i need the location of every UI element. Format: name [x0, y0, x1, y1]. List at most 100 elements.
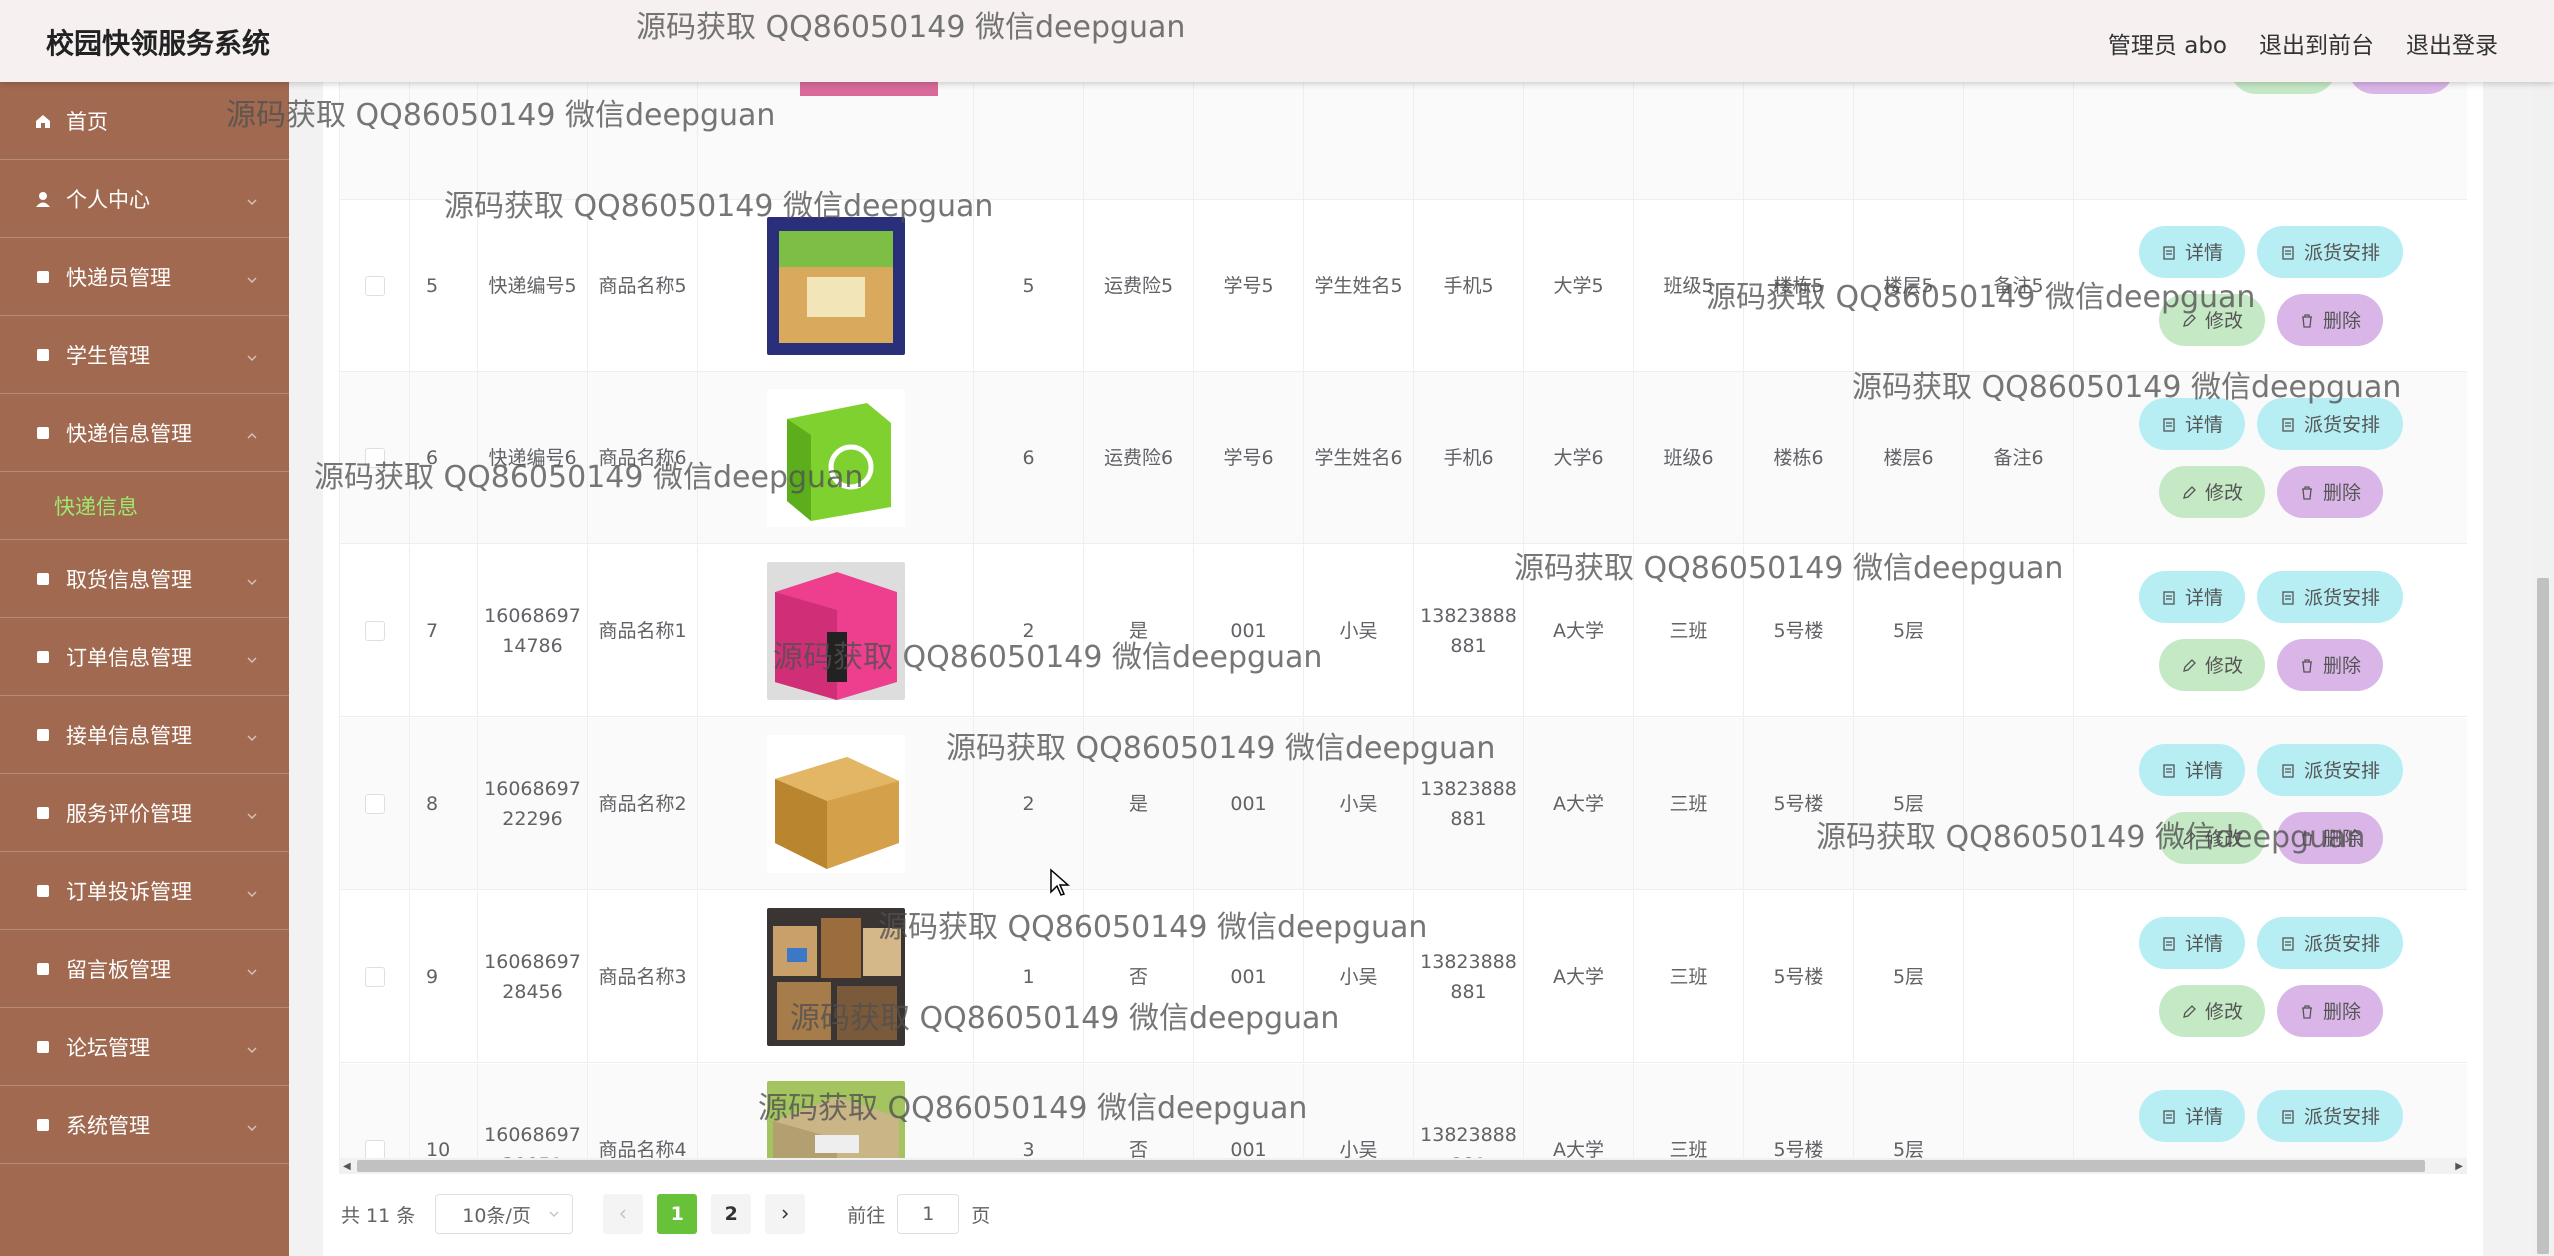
sidebar-item-6[interactable]: 订单信息管理	[0, 618, 289, 696]
dispatch-button[interactable]: 派货安排	[2257, 743, 2403, 796]
cell-phone: 13823888881	[1420, 604, 1517, 657]
next-page-button[interactable]	[765, 1194, 806, 1234]
cell-sname: 小吴	[1339, 792, 1378, 815]
table-row: 9 1606869728456 商品名称3 1 否 001 小吴 13823888881 A大学…	[340, 891, 2467, 1063]
cell-sid: 001	[1230, 619, 1267, 642]
table-cell: 楼栋6	[1744, 372, 1854, 543]
delete-button[interactable]: 删除	[2277, 638, 2383, 691]
sidebar-item-11[interactable]: 论坛管理	[0, 1008, 289, 1086]
sidebar-item-7[interactable]: 接单信息管理	[0, 696, 289, 774]
detail-button[interactable]: 详情	[2139, 225, 2245, 278]
cell-class: 班级5	[1663, 274, 1714, 297]
document-icon	[2161, 935, 2177, 951]
edit-icon	[2181, 1003, 2197, 1019]
table-cell: 8	[410, 718, 478, 889]
delete-button-label: 删除	[2322, 1001, 2361, 1023]
table-cell	[410, 82, 478, 199]
dispatch-button[interactable]: 派货安排	[2257, 916, 2403, 969]
cell-phone: 手机5	[1443, 274, 1494, 297]
edit-button[interactable]: 修改	[2159, 638, 2265, 691]
detail-button[interactable]: 详情	[2139, 397, 2245, 450]
scroll-right-arrow-icon[interactable]: ▶	[2455, 1161, 2463, 1172]
edit-button[interactable]: 修改	[2159, 293, 2265, 346]
cell-id: 8	[426, 792, 439, 815]
detail-button[interactable]: 详情	[2139, 570, 2245, 623]
page-scrollbar[interactable]	[2532, 82, 2554, 1256]
cell-sname: 学生姓名6	[1314, 446, 1403, 469]
cell-building: 楼栋5	[1773, 274, 1824, 297]
row-checkbox[interactable]	[364, 793, 385, 814]
sidebar-item-12[interactable]: 系统管理	[0, 1086, 289, 1164]
prev-page-button[interactable]	[603, 1194, 644, 1234]
sidebar-item-1[interactable]: 个人中心	[0, 160, 289, 238]
delete-button-label: 删除	[2322, 828, 2361, 850]
row-checkbox[interactable]	[364, 620, 385, 641]
page-size-select[interactable]: 10条/页	[435, 1194, 574, 1234]
sidebar-item-4[interactable]: 快递信息管理	[0, 394, 289, 472]
action-row: 修改 删除	[2159, 293, 2383, 346]
sidebar-item-8[interactable]: 服务评价管理	[0, 774, 289, 852]
edit-button[interactable]: 修改	[2159, 984, 2265, 1037]
dispatch-button[interactable]: 派货安排	[2257, 1089, 2403, 1142]
row-checkbox[interactable]	[364, 966, 385, 987]
message-icon	[34, 960, 52, 978]
row-checkbox[interactable]	[364, 275, 385, 296]
detail-button[interactable]: 详情	[2139, 743, 2245, 796]
dispatch-button[interactable]: 派货安排	[2257, 570, 2403, 623]
page-2-button[interactable]: 2	[711, 1194, 752, 1234]
table-cell: 5层	[1854, 1064, 1964, 1162]
edit-button[interactable]: 修改	[2159, 811, 2265, 864]
cell-building: 楼栋6	[1773, 446, 1824, 469]
sidebar-item-3[interactable]: 学生管理	[0, 316, 289, 394]
delete-button[interactable]: 删除	[2277, 811, 2383, 864]
sidebar-item-label: 留言板管理	[66, 957, 171, 982]
horizontal-scrollbar[interactable]: ◀ ▶	[339, 1158, 2467, 1174]
page-1-button[interactable]: 1	[657, 1194, 698, 1234]
cell-id: 6	[426, 446, 439, 469]
table-cell: 001	[1194, 718, 1304, 889]
sidebar-item-9[interactable]: 订单投诉管理	[0, 852, 289, 930]
table-cell	[340, 82, 410, 199]
edit-button[interactable]: 修改	[2159, 465, 2265, 518]
detail-button[interactable]: 详情	[2139, 916, 2245, 969]
table-cell: 001	[1194, 545, 1304, 716]
chevron-down-icon	[245, 570, 259, 585]
table-cell: 学生姓名5	[1304, 200, 1414, 371]
table-cell: 13823888881	[1414, 718, 1524, 889]
table-cell: 手机6	[1414, 372, 1524, 543]
sidebar-item-0[interactable]: 首页	[0, 82, 289, 160]
dispatch-button[interactable]: 派货安排	[2257, 397, 2403, 450]
sidebar-item-2[interactable]: 快递员管理	[0, 238, 289, 316]
edit-icon	[2181, 830, 2197, 846]
row-checkbox[interactable]	[364, 1139, 385, 1160]
sidebar-item-label: 订单投诉管理	[66, 879, 192, 904]
sidebar-item-5[interactable]: 取货信息管理	[0, 540, 289, 618]
page-scrollbar-thumb[interactable]	[2537, 578, 2549, 1254]
table-cell: A大学	[1524, 891, 1634, 1062]
table-cell: 3	[974, 1064, 1084, 1162]
table-cell: 13823888881	[1414, 1064, 1524, 1162]
delete-button[interactable]: 删除	[2277, 293, 2383, 346]
table-cell: 大学6	[1524, 372, 1634, 543]
box-image	[766, 216, 905, 355]
detail-button[interactable]: 详情	[2139, 1089, 2245, 1142]
chevron-up-icon	[245, 424, 259, 439]
scroll-left-arrow-icon[interactable]: ◀	[343, 1161, 351, 1172]
dispatch-button[interactable]: 派货安排	[2257, 225, 2403, 278]
cell-remark: 备注6	[1993, 446, 2044, 469]
delete-button[interactable]: 删除	[2277, 465, 2383, 518]
goto-page-input[interactable]: 1	[897, 1194, 960, 1234]
row-checkbox[interactable]	[364, 447, 385, 468]
exit-to-front-link[interactable]: 退出到前台	[2259, 26, 2374, 60]
sidebar-subitem-express-info[interactable]: 快递信息	[0, 472, 289, 540]
table-cell: 001	[1194, 1064, 1304, 1162]
action-row: 修改 删除	[2159, 465, 2383, 518]
row-actions: 详情 派货安排修改 删除	[2074, 200, 2467, 371]
logout-link[interactable]: 退出登录	[2406, 26, 2498, 60]
scrollbar-thumb[interactable]	[357, 1160, 2425, 1172]
cell-school: A大学	[1553, 792, 1604, 815]
sidebar-item-10[interactable]: 留言板管理	[0, 930, 289, 1008]
delete-button[interactable]: 删除	[2277, 984, 2383, 1037]
detail-button-label: 详情	[2184, 242, 2223, 264]
cell-building: 5号楼	[1773, 965, 1824, 988]
